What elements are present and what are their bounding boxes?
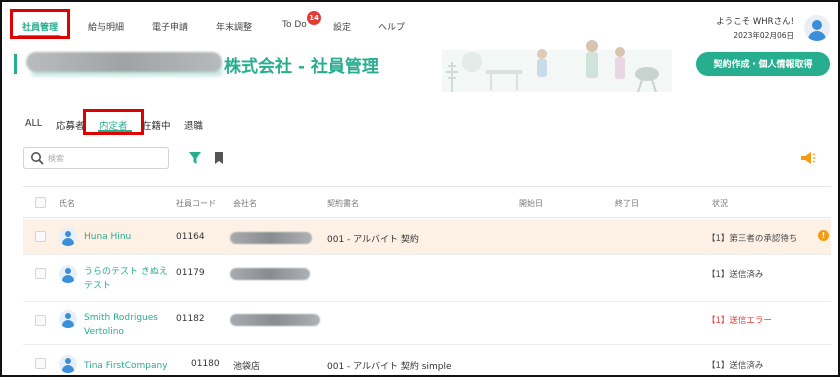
filter-icon[interactable] <box>188 151 202 165</box>
banner-illustration <box>442 40 672 92</box>
status-text: 【1】送信エラー <box>707 316 772 326</box>
header-status: 状況 <box>712 199 728 208</box>
header-name: 氏名 <box>59 199 75 208</box>
employee-name-link[interactable]: Huna Hinu <box>84 230 176 244</box>
avatar <box>59 355 77 373</box>
title-accent-bar <box>14 54 17 74</box>
table-row[interactable]: Huna Hinu 01164 001 - アルバイト 契約 【1】第三者の承認… <box>23 219 831 255</box>
row-checkbox[interactable] <box>35 358 46 369</box>
header-start-date: 開始日 <box>519 199 543 208</box>
table-row[interactable]: Smith Rodrigues Vertolino 01182 【1】送信エラー <box>23 303 831 345</box>
employee-code: 01180 <box>191 359 220 369</box>
todo-count-badge: 14 <box>307 11 321 25</box>
nav-help[interactable]: ヘルプ <box>378 20 405 33</box>
page-title: 株式会社 - 社員管理 <box>224 57 379 77</box>
contract-name: 001 - アルバイト 契約 <box>327 235 419 245</box>
nav-e-application[interactable]: 電子申請 <box>152 20 188 33</box>
status-text: 【1】第三者の承認待ち <box>707 234 798 244</box>
employee-name-link[interactable]: Tina FirstCompany <box>84 359 194 373</box>
header-contract: 契約書名 <box>327 199 359 208</box>
search-box[interactable] <box>23 147 169 169</box>
tab-retired[interactable]: 退職 <box>184 118 203 132</box>
warning-icon[interactable]: ! <box>818 230 829 241</box>
contract-name: 001 - アルバイト 契約 simple <box>327 362 452 372</box>
select-all-checkbox[interactable] <box>35 197 46 208</box>
tab-all[interactable]: ALL <box>25 118 42 129</box>
search-input[interactable] <box>48 151 164 165</box>
row-checkbox[interactable] <box>35 268 46 279</box>
nav-todo[interactable]: To Do <box>282 20 307 30</box>
login-date: 2023年02月06日 <box>733 31 794 40</box>
redacted-company-name <box>26 52 222 72</box>
user-avatar[interactable] <box>804 15 830 41</box>
avatar <box>59 310 77 328</box>
megaphone-icon[interactable] <box>800 151 816 165</box>
nav-settings[interactable]: 設定 <box>333 20 351 33</box>
nav-year-end-adjustment[interactable]: 年末調整 <box>216 20 252 33</box>
employee-name-link[interactable]: Smith Rodrigues Vertolino <box>84 311 176 339</box>
redacted-company <box>230 268 310 280</box>
employee-code: 01182 <box>176 314 205 324</box>
employee-name-link[interactable]: うらのテスト きぬえテスト <box>84 265 176 293</box>
tab-applicants[interactable]: 応募者 <box>56 118 85 132</box>
search-icon <box>31 152 44 165</box>
status-text: 【1】送信済み <box>707 361 764 371</box>
annotation-box-nav <box>10 9 70 39</box>
header-employee-code: 社員コード <box>176 199 216 208</box>
nav-payslips[interactable]: 給与明細 <box>88 20 124 33</box>
row-checkbox[interactable] <box>35 231 46 242</box>
employee-code: 01179 <box>176 268 205 278</box>
row-checkbox[interactable] <box>35 315 46 326</box>
status-text: 【1】送信済み <box>707 270 764 280</box>
avatar <box>59 265 77 283</box>
welcome-text: ようこそ WHRさん! <box>716 17 794 27</box>
table-row[interactable]: うらのテスト きぬえテスト 01179 【1】送信済み <box>23 256 831 302</box>
employee-code: 01164 <box>176 232 205 242</box>
header-end-date: 終了日 <box>615 199 639 208</box>
tab-employed[interactable]: 在籍中 <box>142 118 171 132</box>
tab-active-underline <box>98 130 132 132</box>
redacted-company <box>230 314 320 326</box>
redacted-company <box>230 232 312 244</box>
header-company: 会社名 <box>233 199 257 208</box>
table-row[interactable]: Tina FirstCompany 01180 池袋店 001 - アルバイト … <box>23 346 831 375</box>
company-name: 池袋店 <box>233 362 261 372</box>
bookmark-icon[interactable] <box>213 151 225 165</box>
app-window: 社員管理 給与明細 電子申請 年末調整 To Do 14 設定 ヘルプ ようこそ… <box>0 0 840 377</box>
avatar <box>59 228 77 246</box>
top-navigation: 社員管理 給与明細 電子申請 年末調整 To Do 14 設定 ヘルプ ようこそ… <box>2 2 838 46</box>
create-contract-button[interactable]: 契約作成・個人情報取得 <box>696 52 830 76</box>
table-header: 氏名 社員コード 会社名 契約書名 開始日 終了日 状況 <box>23 186 831 218</box>
